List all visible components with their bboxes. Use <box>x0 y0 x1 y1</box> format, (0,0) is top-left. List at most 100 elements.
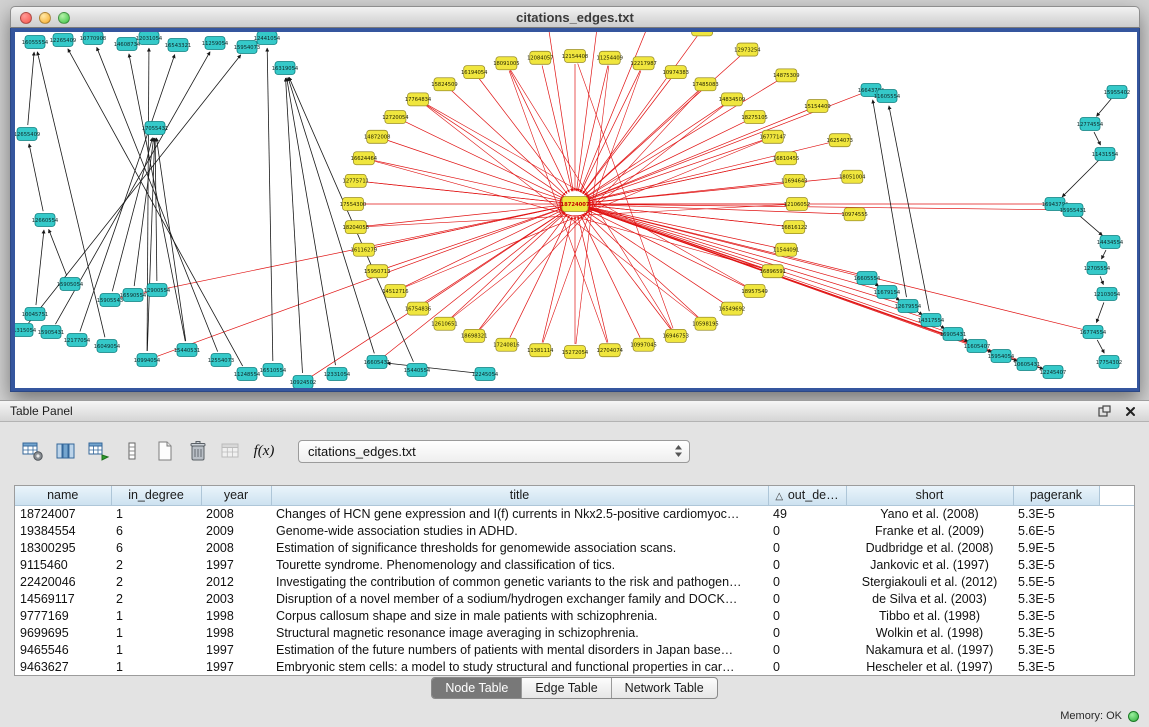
table-row[interactable]: 969969511998Structural magnetic resonanc… <box>15 624 1134 641</box>
table-cell[interactable]: 0 <box>768 522 846 539</box>
import-table-icon[interactable] <box>84 437 114 465</box>
graph-node[interactable]: 16624464 <box>351 152 378 165</box>
close-window-button[interactable] <box>20 12 32 24</box>
minimize-window-button[interactable] <box>39 12 51 24</box>
table-cell[interactable]: 22420046 <box>15 573 111 590</box>
column-header-name[interactable]: name <box>15 486 111 505</box>
table-cell[interactable]: 1997 <box>201 641 271 658</box>
graph-node[interactable]: 10045751 <box>22 308 48 321</box>
table-cell[interactable]: Genome-wide association studies in ADHD. <box>271 522 768 539</box>
graph-node[interactable]: 12245054 <box>472 368 499 381</box>
table-cell[interactable]: 5.3E-5 <box>1013 641 1099 658</box>
table-cell[interactable]: 1 <box>111 658 201 675</box>
table-cell[interactable]: 5.3E-5 <box>1013 590 1099 607</box>
table-cell[interactable]: 0 <box>768 590 846 607</box>
graph-node[interactable]: 12774554 <box>1077 118 1104 131</box>
graph-node[interactable]: 15905054 <box>57 278 84 291</box>
graph-node[interactable]: 12177054 <box>64 334 91 347</box>
table-cell[interactable]: Estimation of the future numbers of pati… <box>271 641 768 658</box>
graph-node[interactable]: 15440554 <box>404 364 431 377</box>
graph-node[interactable]: 11381114 <box>527 344 554 357</box>
table-cell[interactable]: 2 <box>111 590 201 607</box>
table-cell[interactable]: 9463627 <box>15 658 111 675</box>
tab-edge-table[interactable]: Edge Table <box>522 678 611 698</box>
table-cell[interactable]: 9699695 <box>15 624 111 641</box>
graph-node[interactable]: 12705554 <box>1084 262 1111 275</box>
graph-node[interactable]: 16905431 <box>940 328 966 341</box>
graph-node[interactable]: 17754302 <box>1096 356 1122 369</box>
table-cell[interactable]: 5.6E-5 <box>1013 522 1099 539</box>
table-cell[interactable]: Tibbo et al. (1998) <box>846 607 1013 624</box>
graph-node[interactable]: 11679154 <box>874 286 901 299</box>
table-cell[interactable]: 5.3E-5 <box>1013 556 1099 573</box>
graph-node[interactable]: 11259054 <box>202 37 229 50</box>
graph-node[interactable]: 16605554 <box>854 272 881 285</box>
table-cell[interactable]: Yano et al. (2008) <box>846 505 1013 522</box>
graph-node[interactable]: 12973254 <box>734 43 761 56</box>
table-cell[interactable]: Corpus callosum shape and size in male p… <box>271 607 768 624</box>
table-cell[interactable]: 2008 <box>201 505 271 522</box>
graph-node[interactable]: 16774554 <box>1080 326 1107 339</box>
table-cell[interactable]: 9115460 <box>15 556 111 573</box>
graph-node[interactable]: 15955431 <box>1060 204 1086 217</box>
table-cell[interactable]: 5.9E-5 <box>1013 539 1099 556</box>
table-cell[interactable]: 0 <box>768 641 846 658</box>
graph-node[interactable]: 16543321 <box>165 39 191 52</box>
table-cell[interactable]: 1998 <box>201 624 271 641</box>
table-cell[interactable]: 2003 <box>201 590 271 607</box>
table-cell[interactable]: 6 <box>111 522 201 539</box>
graph-node[interactable]: 11248554 <box>234 368 261 381</box>
table-cell[interactable]: 9777169 <box>15 607 111 624</box>
graph-node[interactable]: 18724007 <box>561 197 590 212</box>
graph-node[interactable]: 17240816 <box>493 338 519 351</box>
graph-node[interactable]: 16055554 <box>22 36 49 49</box>
table-cell[interactable]: 2 <box>111 556 201 573</box>
graph-node[interactable]: 12084057 <box>527 51 553 64</box>
graph-node[interactable]: 16605431 <box>364 356 390 369</box>
graph-node[interactable]: 10994054 <box>134 354 161 367</box>
graph-node[interactable]: 12217987 <box>630 57 656 70</box>
graph-node[interactable]: 12103054 <box>1094 288 1121 301</box>
table-cell[interactable]: Dudbridge et al. (2008) <box>846 539 1013 556</box>
graph-node[interactable]: 11254409 <box>597 51 623 64</box>
table-cell[interactable]: 1998 <box>201 607 271 624</box>
graph-node[interactable]: 14875309 <box>773 69 799 82</box>
table-cell[interactable]: 1997 <box>201 556 271 573</box>
table-cell[interactable]: 2 <box>111 573 201 590</box>
table-row[interactable]: 1872400712008Changes of HCN gene express… <box>15 505 1134 522</box>
table-cell[interactable]: Estimation of significance thresholds fo… <box>271 539 768 556</box>
graph-node[interactable]: 18204058 <box>343 221 369 234</box>
table-cell[interactable]: 0 <box>768 658 846 675</box>
graph-node[interactable]: 18957549 <box>741 284 767 297</box>
graph-node[interactable]: 15824509 <box>431 78 457 91</box>
graph-node[interactable]: 15905431 <box>38 326 64 339</box>
table-row[interactable]: 946554611997Estimation of the future num… <box>15 641 1134 658</box>
table-cell[interactable]: 1 <box>111 505 201 522</box>
graph-node[interactable]: 11605407 <box>964 340 990 353</box>
graph-node[interactable]: 16754836 <box>405 302 431 315</box>
table-cell[interactable]: Tourette syndrome. Phenomenology and cla… <box>271 556 768 573</box>
graph-node[interactable]: 12660554 <box>32 214 59 227</box>
graph-node[interactable]: 16049054 <box>94 340 121 353</box>
graph-node[interactable]: 16319054 <box>272 62 299 75</box>
table-cell[interactable]: 0 <box>768 539 846 556</box>
table-cell[interactable]: 1 <box>111 607 201 624</box>
graph-node[interactable]: 12704074 <box>597 344 624 357</box>
graph-node[interactable]: 12106052 <box>784 198 810 211</box>
table-cell[interactable]: Wolkin et al. (1998) <box>846 624 1013 641</box>
columns-icon[interactable] <box>51 437 81 465</box>
graph-node[interactable]: 17554300 <box>340 198 366 211</box>
graph-node[interactable]: 15272054 <box>562 346 589 359</box>
table-cell[interactable]: 1997 <box>201 658 271 675</box>
graph-node[interactable]: 12265409 <box>50 34 76 47</box>
graph-node[interactable]: 10924502 <box>290 376 316 389</box>
graph-node[interactable]: 17764834 <box>405 93 432 106</box>
graph-node[interactable]: 16194054 <box>461 66 488 79</box>
graph-node[interactable]: 12554073 <box>208 354 234 367</box>
graph-node[interactable]: 15954054 <box>988 350 1015 363</box>
column-header-outde[interactable]: △ out_de… <box>768 486 846 505</box>
graph-node[interactable]: 10770908 <box>80 32 106 45</box>
graph-node[interactable]: 16116279 <box>351 243 377 256</box>
graph-node[interactable]: 15954073 <box>234 41 260 54</box>
graph-node[interactable]: 12720054 <box>382 111 409 124</box>
